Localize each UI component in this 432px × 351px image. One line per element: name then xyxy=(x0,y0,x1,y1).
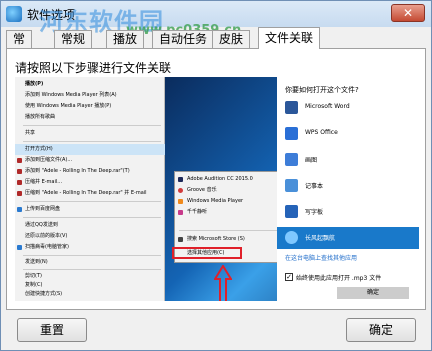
audition-icon xyxy=(178,177,183,182)
submenu-item: Groove 音乐 xyxy=(175,185,285,196)
highlight-box xyxy=(172,247,242,259)
menu-separator xyxy=(23,269,161,270)
dialog-title: 你要如何打开这个文件? xyxy=(285,86,359,94)
dialog-ok-button: 确定 xyxy=(337,287,409,299)
arrow-up-icon xyxy=(214,265,232,301)
context-menu-item: 播放(P) xyxy=(25,81,44,87)
tab-bar: 常 常规 播放 自动任务 皮肤 文件关联 xyxy=(6,27,426,49)
context-menu-item: 添加到压缩文件(A)... xyxy=(15,155,165,166)
winrar-icon xyxy=(17,158,22,163)
context-menu-item: 上传到百度网盘 xyxy=(15,204,165,215)
app-icon xyxy=(6,6,22,22)
context-menu-item-label: 添加到压缩文件(A)... xyxy=(25,157,73,163)
app-option-notepad: 记事本 xyxy=(277,175,419,197)
app-option-label: 写字板 xyxy=(305,209,324,216)
submenu-item-label: Adobe Audition CC 2015.0 xyxy=(187,176,253,182)
always-use-checkbox: ✓ xyxy=(285,273,293,281)
paint-icon xyxy=(285,153,298,166)
menu-separator xyxy=(179,230,283,231)
context-menu-item: 创建快捷方式(S) xyxy=(25,291,63,297)
menu-separator xyxy=(23,125,161,126)
menu-separator xyxy=(23,217,161,218)
tab-general[interactable]: 常规 xyxy=(54,30,93,48)
context-menu-item: 共享 xyxy=(25,130,36,136)
notepad-icon xyxy=(285,179,298,192)
wps-icon xyxy=(285,127,298,140)
context-menu-item-label: 压缩并 E-mail... xyxy=(25,179,63,185)
pc-manager-icon xyxy=(17,245,22,250)
file-association-panel: 请按照以下步骤进行文件关联 播放(P) 添加到 Windows Media Pl… xyxy=(6,48,426,310)
find-more-apps-link: 在这台电脑上查找其他应用 xyxy=(285,255,358,262)
winrar-icon xyxy=(17,180,22,185)
submenu-item-label: Windows Media Player xyxy=(187,198,244,204)
instruction-screenshot: 播放(P) 添加到 Windows Media Player 列表(A) 使用 … xyxy=(15,77,419,301)
context-menu-item: 播放所有歌曲 xyxy=(25,114,56,120)
context-menu-item: 还原以前的版本(V) xyxy=(25,233,68,239)
menu-separator xyxy=(23,141,161,142)
menu-separator xyxy=(23,255,161,256)
context-menu-item: 压缩并 E-mail... xyxy=(15,177,165,188)
app-option-label: 长风起飘航 xyxy=(305,235,336,242)
app-option-label: 画图 xyxy=(305,157,318,164)
submenu-item-label: 搜索 Microsoft Store (S) xyxy=(187,236,245,242)
tab-hidden[interactable]: 常 xyxy=(6,30,33,48)
app-option-wps: WPS Office xyxy=(277,123,419,145)
submenu-item: Adobe Audition CC 2015.0 xyxy=(175,174,285,185)
app-option-label: WPS Office xyxy=(305,129,338,136)
ok-button[interactable]: 确定 xyxy=(346,318,416,342)
always-use-label: 始终使用此应用打开 .mp3 文件 xyxy=(296,275,382,282)
context-menu-item-open-with: 打开方式(H) xyxy=(15,144,165,155)
context-menu-item-label: 扫描病毒(电脑管家) xyxy=(25,244,69,250)
context-menu-item: 使用 Windows Media Player 播放(P) xyxy=(25,103,112,109)
context-menu-item-label: 添加到 "Adele - Rolling In The Deep.rar"(T) xyxy=(25,168,130,174)
ttplayer-icon xyxy=(178,210,183,215)
app-option-wordpad: 写字板 xyxy=(277,201,419,223)
context-menu: 播放(P) 添加到 Windows Media Player 列表(A) 使用 … xyxy=(15,77,165,301)
context-menu-item: 添加到 "Adele - Rolling In The Deep.rar"(T) xyxy=(15,166,165,177)
submenu-item-label: Groove 音乐 xyxy=(187,187,217,193)
options-window: 软件选项 河东软件园 ✕ www.pc0359.cn 常 常规 播放 自动任务 … xyxy=(0,0,432,351)
word-icon xyxy=(285,101,298,114)
submenu-item-label: 千千静听 xyxy=(187,209,208,215)
wmp-icon xyxy=(178,199,183,204)
store-icon xyxy=(178,237,183,242)
context-menu-item-label: 上传到百度网盘 xyxy=(25,206,61,212)
submenu-item: Windows Media Player xyxy=(175,196,285,207)
reset-button[interactable]: 重置 xyxy=(17,318,87,342)
tab-playback[interactable]: 播放 xyxy=(106,30,145,48)
context-menu-item: 添加到 Windows Media Player 列表(A) xyxy=(25,92,117,98)
context-menu-item: 扫描病毒(电脑管家) xyxy=(15,242,165,253)
context-menu-item: 压缩到 "Adele - Rolling In The Deep.rar" 并 … xyxy=(15,188,165,199)
app-option-paint: 画图 xyxy=(277,149,419,171)
tab-skin[interactable]: 皮肤 xyxy=(212,30,251,48)
context-menu-item: 发送到(N) xyxy=(25,259,48,265)
wordpad-icon xyxy=(285,205,298,218)
winrar-icon xyxy=(17,191,22,196)
tab-file-association[interactable]: 文件关联 xyxy=(258,27,321,49)
menu-separator xyxy=(23,201,161,202)
context-menu-item-label: 压缩到 "Adele - Rolling In The Deep.rar" 并 … xyxy=(25,190,147,196)
instruction-text: 请按照以下步骤进行文件关联 xyxy=(15,61,172,75)
groove-icon xyxy=(178,188,183,193)
submenu-item: 千千静听 xyxy=(175,207,285,218)
baidu-cloud-icon xyxy=(17,207,22,212)
app-option-label: 记事本 xyxy=(305,183,324,190)
app-option-word: Microsoft Word xyxy=(277,97,419,119)
context-menu-item: 通过QQ发送到 xyxy=(25,222,58,228)
winrar-icon xyxy=(17,169,22,174)
player-icon xyxy=(285,231,298,244)
app-option-label: Microsoft Word xyxy=(305,103,350,110)
close-button[interactable]: ✕ xyxy=(391,4,425,22)
app-option-player-selected: 长风起飘航 xyxy=(277,227,419,249)
tab-auto-tasks[interactable]: 自动任务 xyxy=(152,30,215,48)
how-to-open-dialog: 你要如何打开这个文件? Microsoft Word WPS Office 画图… xyxy=(277,77,419,301)
submenu-item: 搜索 Microsoft Store (S) xyxy=(175,234,285,245)
